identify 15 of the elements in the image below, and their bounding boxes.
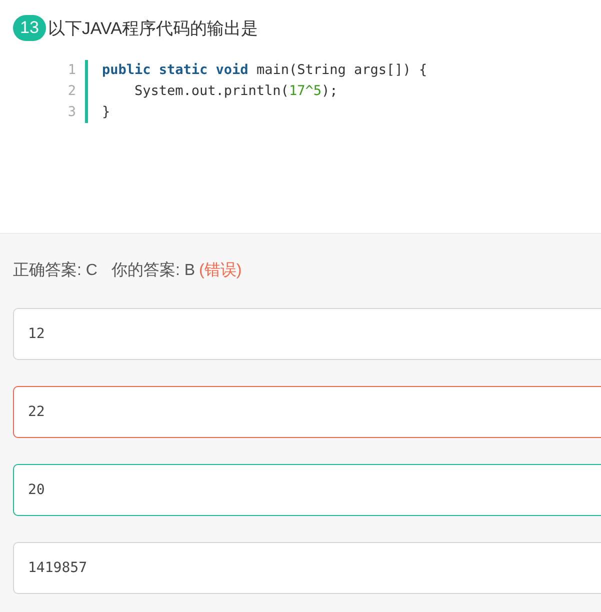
answer-option[interactable]: 20 [13,464,601,516]
code-line: } [102,104,110,120]
answer-option[interactable]: 12 [13,308,601,360]
question-number-badge: 13 [13,15,46,41]
line-number: 3 [66,103,76,122]
code-line: System.out.println(17^5); [134,83,338,99]
verdict-text: (错误) [199,261,242,281]
line-number: 2 [66,82,76,101]
question-text: 以下JAVA程序代码的输出是 [48,18,258,40]
answer-option[interactable]: 1419857 [13,542,601,594]
answer-option[interactable]: 22 [13,386,601,438]
line-number: 1 [66,61,76,80]
your-answer-label: 你的答案: B [111,260,196,281]
correct-answer-label: 正确答案: C [13,260,98,281]
code-line: public static void main(String args[]) { [102,62,428,78]
